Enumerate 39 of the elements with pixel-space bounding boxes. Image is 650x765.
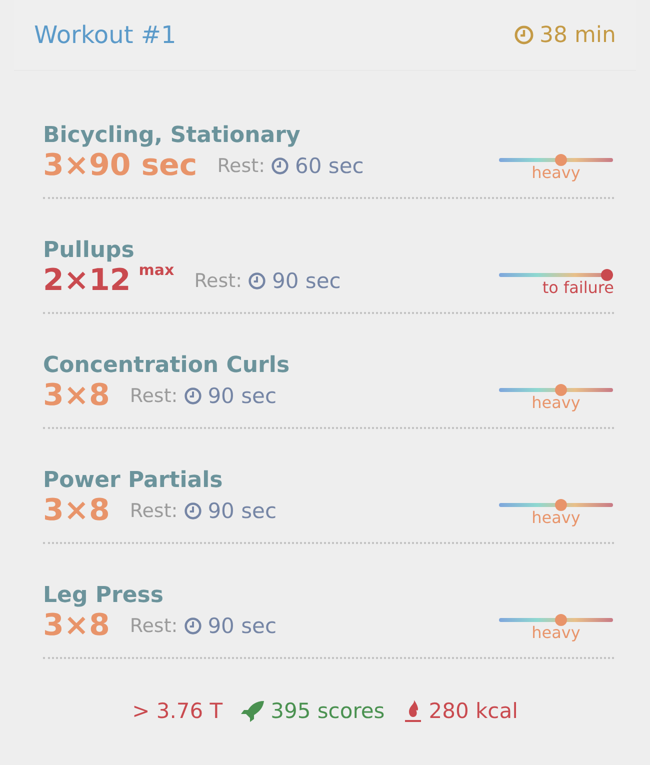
rest-label: Rest: xyxy=(130,384,178,406)
rest-time: 60 sec xyxy=(295,154,364,178)
clock-icon xyxy=(248,272,266,290)
clock-icon xyxy=(514,25,534,45)
exercise-name: Bicycling, Stationary xyxy=(43,123,300,148)
calories: 280 kcal xyxy=(428,699,518,723)
sets-reps: 3×90 sec xyxy=(43,148,198,183)
intensity-label: heavy xyxy=(532,624,580,642)
intensity-label: heavy xyxy=(532,394,580,412)
exercise-name: Concentration Curls xyxy=(43,353,290,378)
intensity-label: to failure xyxy=(542,278,614,296)
set-note: max xyxy=(138,261,174,279)
tonnage: > 3.76 T xyxy=(132,699,223,723)
intensity-label: heavy xyxy=(532,164,580,182)
flame-icon xyxy=(402,699,423,723)
rest-label: Rest: xyxy=(130,500,178,522)
rest-label: Rest: xyxy=(217,154,265,176)
sets-reps: 3×8 xyxy=(43,608,110,643)
rest-time: 90 sec xyxy=(208,614,276,638)
scores: 395 scores xyxy=(270,699,385,723)
clock-icon xyxy=(184,502,202,520)
exercise-name: Pullups xyxy=(43,238,134,263)
intensity-label: heavy xyxy=(532,508,580,526)
rest-time: 90 sec xyxy=(272,268,341,292)
clock-icon xyxy=(271,156,289,174)
sets-reps: 3×8 xyxy=(43,378,110,413)
exercise-name: Leg Press xyxy=(43,583,164,608)
rest-label: Rest: xyxy=(130,614,178,636)
workout-title: Workout #1 xyxy=(34,21,176,49)
exercise-name: Power Partials xyxy=(43,468,223,493)
duration: 38 min xyxy=(540,22,616,48)
rest-time: 90 sec xyxy=(208,384,276,408)
rest-time: 90 sec xyxy=(208,498,276,522)
sets-reps: 2×12 xyxy=(43,263,131,298)
rest-label: Rest: xyxy=(194,270,242,292)
sets-reps: 3×8 xyxy=(43,493,110,528)
clock-icon xyxy=(184,386,202,404)
rocket-icon xyxy=(240,700,265,722)
clock-icon xyxy=(184,616,202,634)
